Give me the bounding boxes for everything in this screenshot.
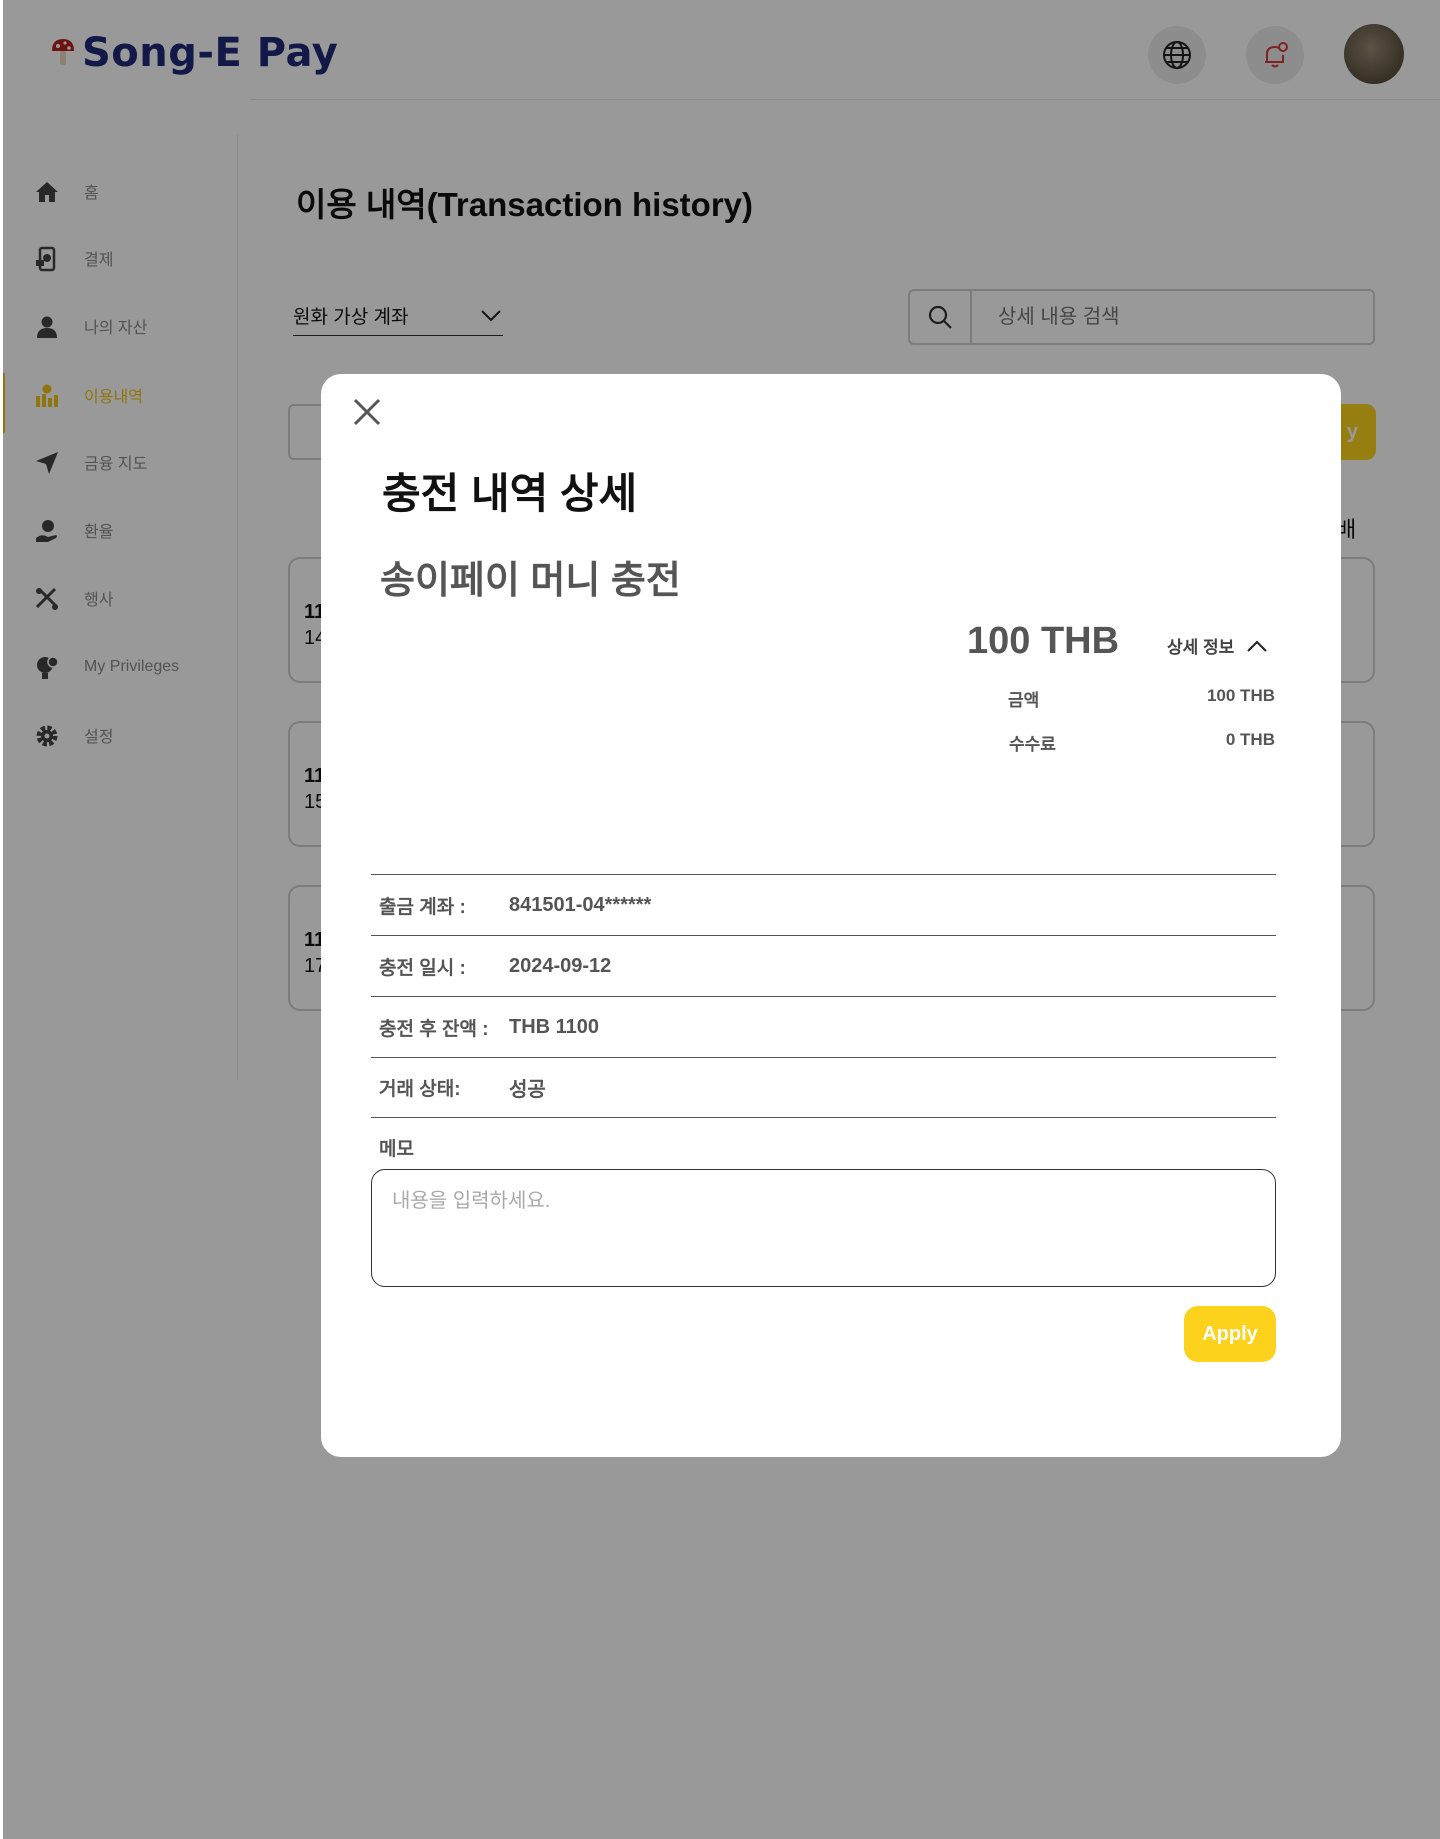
- breakdown-value: 0 THB: [1225, 730, 1275, 749]
- modal-title: 충전 내역 상세: [382, 470, 638, 517]
- breakdown-label: 수수료: [1009, 735, 1056, 754]
- apply-button[interactable]: Apply: [1184, 1306, 1276, 1362]
- info-value: 성공: [509, 1079, 546, 1101]
- modal-subtitle: 송이페이 머니 충전: [380, 560, 681, 602]
- detail-toggle-label: 상세 정보: [1167, 638, 1235, 657]
- memo-label: 메모: [379, 1139, 414, 1160]
- info-label: 출금 계좌 :: [379, 896, 466, 918]
- info-value: THB 1100: [509, 1015, 600, 1038]
- close-button[interactable]: [349, 394, 385, 430]
- close-icon: [353, 398, 381, 426]
- charge-detail-modal: 충전 내역 상세 송이페이 머니 충전 100 THB 상세 정보 금액 100…: [321, 374, 1341, 1457]
- charge-info-table: 출금 계좌 : 841501-04****** 충전 일시 : 2024-09-…: [371, 874, 1276, 1118]
- info-value: 841501-04******: [509, 893, 652, 916]
- backdrop-edge: [0, 0, 3, 1839]
- info-value: 2024-09-12: [509, 954, 612, 977]
- info-row: 충전 일시 : 2024-09-12: [371, 935, 1276, 996]
- info-row: 출금 계좌 : 841501-04******: [371, 874, 1276, 935]
- info-label: 거래 상태:: [379, 1079, 461, 1100]
- detail-toggle[interactable]: 상세 정보: [1167, 633, 1268, 658]
- info-row: 충전 후 잔액 : THB 1100: [371, 996, 1276, 1057]
- charge-amount: 100 THB: [967, 620, 1120, 662]
- info-label: 충전 일시 :: [379, 957, 466, 979]
- breakdown-label: 금액: [1008, 691, 1040, 710]
- breakdown-value: 100 THB: [1206, 686, 1275, 705]
- info-row: 거래 상태: 성공: [371, 1057, 1276, 1118]
- chevron-up-icon: [1247, 640, 1268, 652]
- memo-input[interactable]: [371, 1169, 1276, 1287]
- info-label: 충전 후 잔액 :: [379, 1018, 489, 1040]
